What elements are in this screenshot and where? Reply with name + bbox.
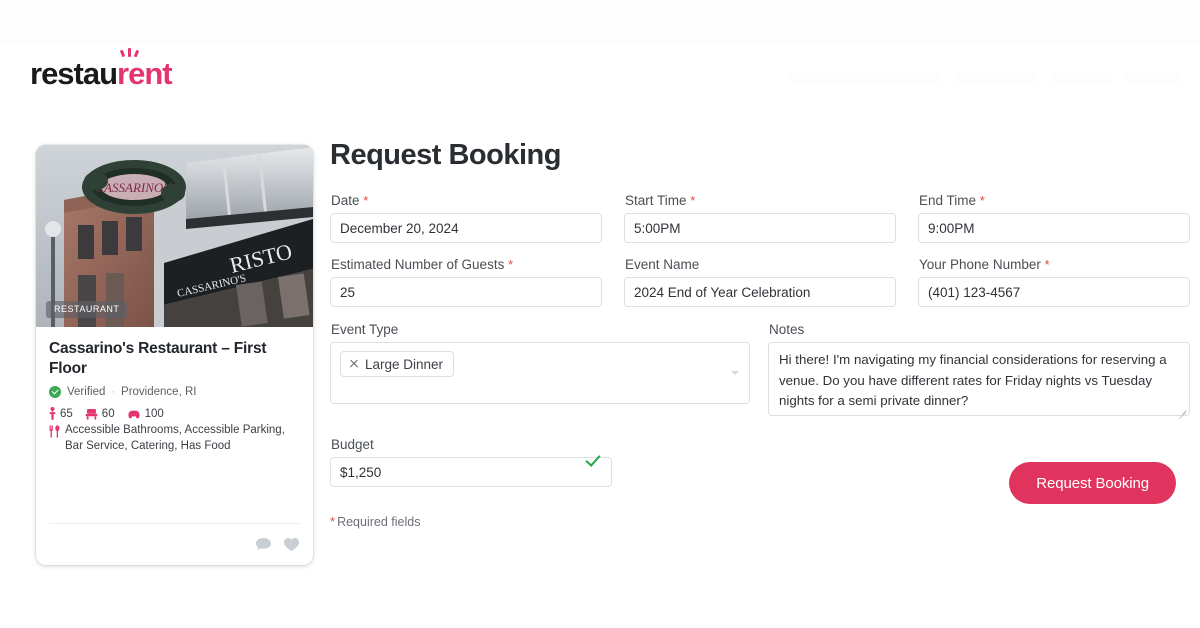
- verified-check-icon: [49, 386, 61, 399]
- required-fields-note: * Required fields: [330, 514, 1190, 529]
- seated-chair-icon: [85, 408, 98, 420]
- request-booking-button[interactable]: Request Booking: [1009, 462, 1176, 504]
- form-row-1: Date * Start Time * End Time *: [330, 193, 1190, 243]
- stat-seated-capacity: 60: [85, 408, 115, 420]
- cutlery-icon: [49, 425, 60, 438]
- page-title: Request Booking: [330, 139, 561, 171]
- stat-standing-capacity: 65: [49, 407, 73, 421]
- field-guests: Estimated Number of Guests *: [330, 257, 602, 307]
- verified-label: Verified: [67, 386, 106, 399]
- crown-sparkle-icon: [119, 47, 142, 58]
- event-type-multiselect[interactable]: Large Dinner: [330, 342, 750, 404]
- field-phone: Your Phone Number *: [918, 257, 1190, 307]
- form-row-2: Estimated Number of Guests * Event Name …: [330, 257, 1190, 307]
- venue-meta: Verified · Providence, RI: [49, 386, 300, 399]
- heart-icon[interactable]: [283, 537, 300, 552]
- field-date: Date *: [330, 193, 602, 243]
- required-asterisk: *: [363, 193, 369, 208]
- field-label-notes: Notes: [769, 322, 805, 337]
- field-event-type: Event Type Large Dinner: [330, 322, 750, 421]
- phone-input[interactable]: [918, 277, 1190, 307]
- field-notes: Notes: [768, 322, 1190, 421]
- venue-type-badge: RESTAURANT: [46, 301, 128, 318]
- field-label-event-type: Event Type: [331, 322, 399, 337]
- standing-person-icon: [49, 407, 56, 421]
- field-label-budget: Budget: [331, 437, 374, 452]
- notes-textarea[interactable]: [768, 342, 1190, 416]
- booking-form: Request Booking Date * Start Time * End …: [330, 122, 1190, 529]
- start-time-input[interactable]: [624, 213, 896, 243]
- stat-parking-capacity: 100: [127, 408, 164, 420]
- required-asterisk: *: [979, 193, 985, 208]
- required-asterisk: *: [330, 514, 336, 529]
- stat-value: 60: [101, 407, 115, 420]
- field-event-name: Event Name: [624, 257, 896, 307]
- nav-ghost-item[interactable]: [1052, 71, 1112, 84]
- venue-location: Providence, RI: [121, 386, 197, 399]
- stat-value: 65: [60, 407, 73, 420]
- required-asterisk: *: [1044, 257, 1050, 272]
- field-end-time: End Time *: [918, 193, 1190, 243]
- green-check-icon: [586, 455, 601, 466]
- event-type-tag[interactable]: Large Dinner: [340, 351, 455, 377]
- venue-card-body: Cassarino's Restaurant – First Floor Ver…: [36, 327, 313, 455]
- venue-title: Cassarino's Restaurant – First Floor: [49, 340, 267, 378]
- field-label-guests: Estimated Number of Guests *: [331, 257, 514, 272]
- parking-car-icon: [127, 410, 140, 419]
- venue-card[interactable]: RISTO CASSARINO'S CASSARINO'S RESTAURANT…: [36, 145, 313, 565]
- venue-capacity-stats: 65 60 100: [49, 407, 300, 421]
- event-name-input[interactable]: [624, 277, 896, 307]
- required-asterisk: *: [508, 257, 514, 272]
- required-asterisk: *: [690, 193, 696, 208]
- field-label-start-time: Start Time *: [625, 193, 696, 208]
- logo-text-accent: rent: [117, 48, 173, 91]
- guests-input[interactable]: [330, 277, 602, 307]
- stat-value: 100: [144, 407, 164, 420]
- field-label-phone: Your Phone Number *: [919, 257, 1050, 272]
- field-label-event-name: Event Name: [625, 257, 700, 272]
- budget-input[interactable]: [330, 457, 612, 487]
- event-type-tag-label: Large Dinner: [365, 356, 444, 372]
- nav-ghost-item[interactable]: [955, 71, 1037, 84]
- top-band: [0, 0, 1200, 44]
- venue-amenities: Accessible Bathrooms, Accessible Parking…: [49, 423, 300, 455]
- meta-separator: ·: [111, 386, 116, 399]
- nav-ghost-item[interactable]: [1126, 71, 1180, 84]
- required-fields-text: Required fields: [337, 515, 421, 529]
- field-label-end-time: End Time *: [919, 193, 985, 208]
- date-input[interactable]: [330, 213, 602, 243]
- page-content: RISTO CASSARINO'S CASSARINO'S RESTAURANT…: [0, 122, 1200, 565]
- chevron-down-icon[interactable]: [731, 371, 739, 375]
- end-time-input[interactable]: [918, 213, 1190, 243]
- remove-tag-icon[interactable]: [349, 359, 359, 369]
- field-budget: Budget: [330, 437, 612, 487]
- field-start-time: Start Time *: [624, 193, 896, 243]
- form-row-3: Event Type Large Dinner Notes: [330, 322, 1190, 421]
- venue-amenities-text: Accessible Bathrooms, Accessible Parking…: [65, 424, 285, 453]
- header-nav-faint[interactable]: [780, 58, 1190, 102]
- field-label-date: Date *: [331, 193, 369, 208]
- logo-text-primary: restau: [30, 56, 118, 91]
- nav-ghost-item[interactable]: [790, 71, 940, 84]
- venue-photo[interactable]: RISTO CASSARINO'S CASSARINO'S RESTAURANT: [36, 145, 313, 327]
- comment-bubble-icon[interactable]: [255, 537, 272, 552]
- brand-logo[interactable]: restau rent: [30, 48, 173, 91]
- site-header: restau rent: [0, 44, 1200, 122]
- venue-card-footer: [49, 523, 300, 565]
